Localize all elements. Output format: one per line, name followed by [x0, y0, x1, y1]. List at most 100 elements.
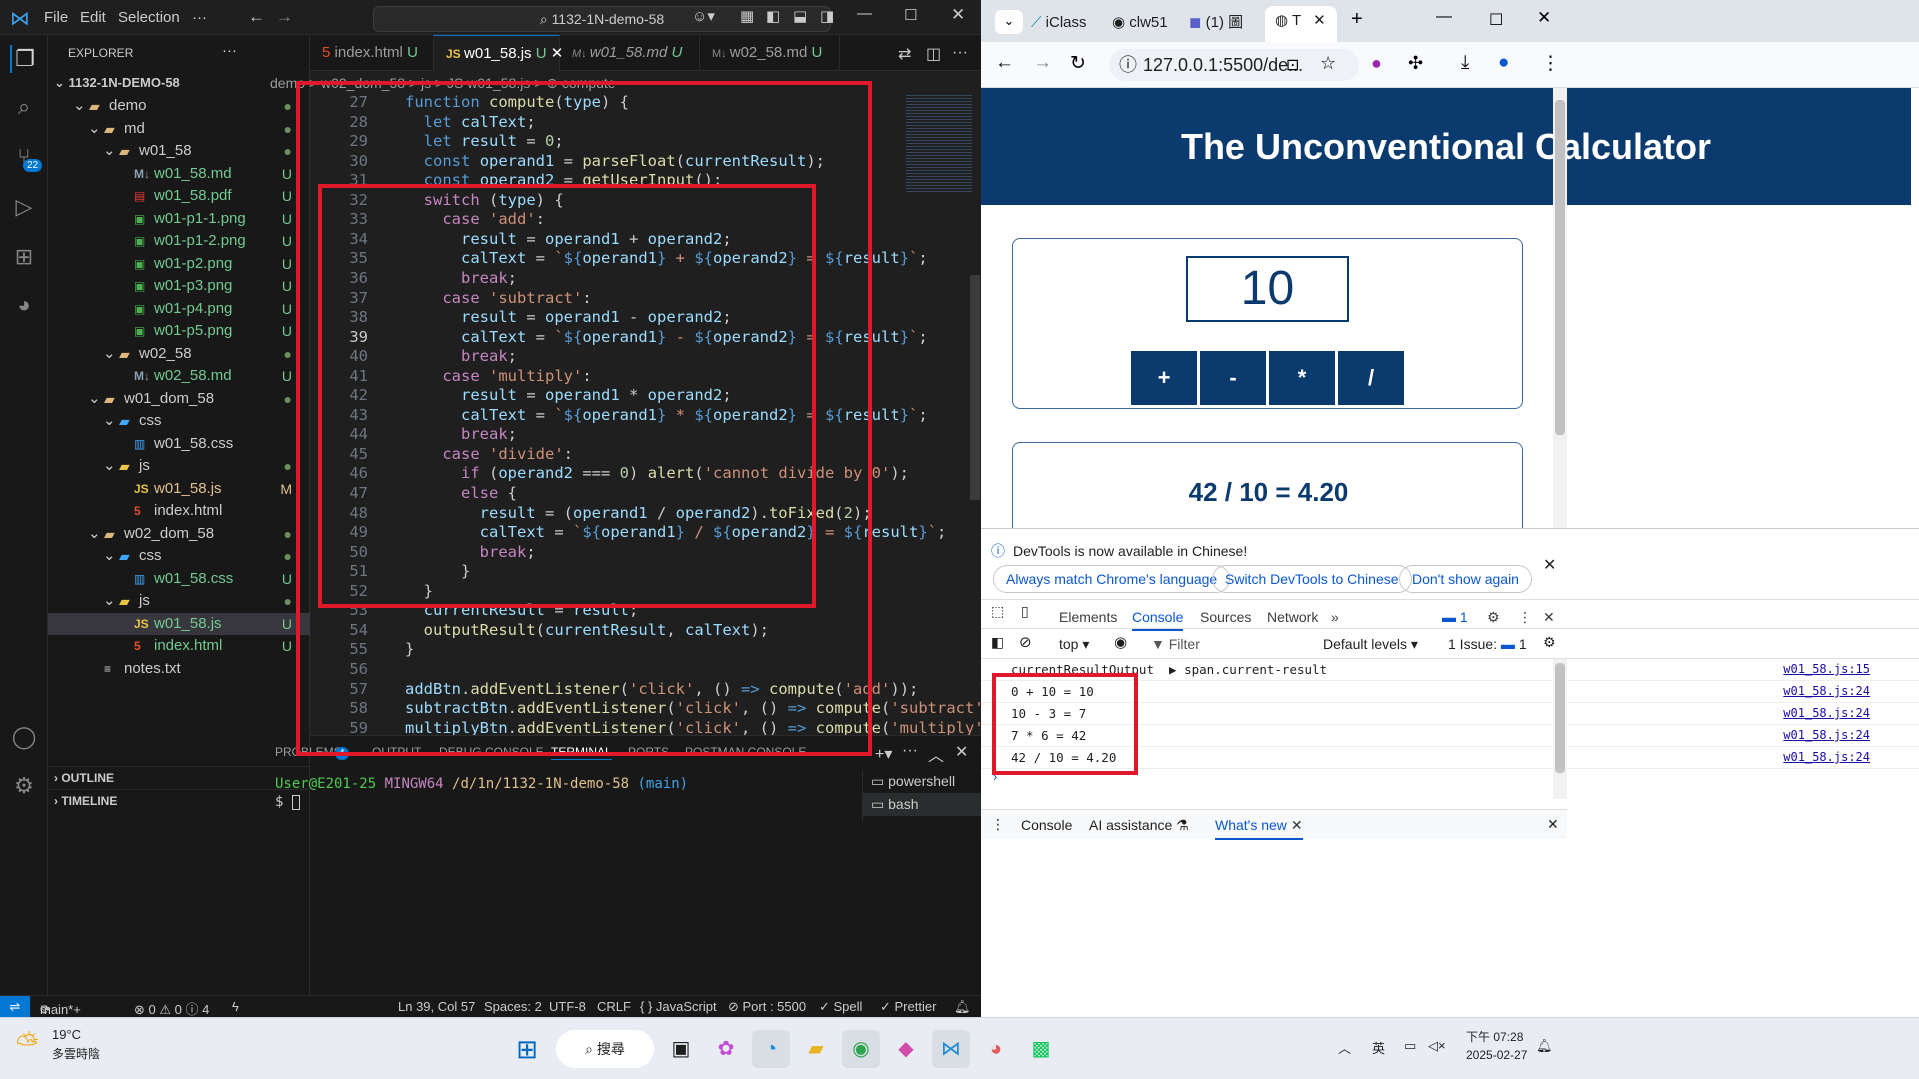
code-line[interactable]: case 'subtract': [405, 289, 591, 307]
code-line[interactable]: result = (operand1 / operand2).toFixed(2… [405, 504, 872, 522]
language-mode[interactable]: { } JavaScript [640, 999, 717, 1014]
weather-icon[interactable]: ⛅︎ [16, 1028, 38, 1061]
compare-icon[interactable]: ⇄ [898, 44, 911, 64]
weather-temp[interactable]: 19°C [52, 1027, 81, 1042]
code-line[interactable]: addBtn.addEventListener('click', () => c… [405, 680, 918, 698]
terminal-instance-bash[interactable]: ▭ bash [863, 793, 981, 816]
tab-w01-58-js[interactable]: JS w01_58.js U ✕ [434, 35, 563, 71]
console-source-link[interactable]: w01_58.js:24 [1783, 750, 1870, 764]
number-input[interactable]: 10 [1186, 256, 1349, 322]
tree-item[interactable]: ⌄ ▰ css [48, 410, 310, 432]
drawer-tab-console[interactable]: Console [1021, 817, 1072, 833]
tab-search-icon[interactable]: ⌄ [995, 10, 1023, 34]
code-line[interactable]: case 'multiply': [405, 367, 591, 385]
page-scrollbar[interactable] [1553, 88, 1567, 528]
devtools-menu-icon[interactable]: ⋮ [1518, 609, 1532, 626]
tree-item[interactable]: ▣ w01-p3.png U [48, 275, 310, 297]
back-arrow-icon[interactable]: ← [248, 7, 265, 27]
search-icon[interactable]: ⌕ [10, 93, 38, 121]
tree-item[interactable]: 5 index.html [48, 500, 310, 522]
tree-item[interactable]: ⌄ ▰ w01_dom_58 ● [48, 388, 310, 410]
panel-tab-output[interactable]: OUTPUT [372, 745, 421, 759]
eye-icon[interactable]: ◉ [1114, 633, 1127, 651]
messages-badge[interactable]: ▬ 1 [1442, 609, 1468, 625]
code-line[interactable]: calText = `${operand1} - ${operand2} = $… [405, 328, 928, 346]
chrome-app-icon[interactable]: ◉ [842, 1030, 880, 1068]
remote-icon[interactable]: ⇌ [0, 996, 30, 1017]
tree-item[interactable]: ⌄ ▰ w02_dom_58 ● [48, 523, 310, 545]
cursor-position[interactable]: Ln 39, Col 57 [398, 999, 475, 1014]
tree-item[interactable]: ▣ w01-p2.png U [48, 253, 310, 275]
remote-explorer-icon[interactable]: ◕ [10, 291, 38, 319]
outline-section[interactable]: › OUTLINE [48, 766, 310, 788]
chrome-tab-teams[interactable]: ◼ (1) 圖 [1189, 8, 1243, 38]
code-line[interactable]: } [405, 640, 414, 658]
tree-item[interactable]: ⌄ ▰ md ● [48, 118, 310, 140]
tree-item[interactable]: ⌄ ▰ js ● [48, 455, 310, 477]
code-line[interactable]: let calText; [405, 113, 536, 131]
clock-time[interactable]: 下午 07:28 [1466, 1028, 1523, 1045]
tree-item[interactable]: ▣ w01-p1-1.png U [48, 208, 310, 230]
close-drawer-icon[interactable]: ✕ [1547, 816, 1559, 833]
tree-item[interactable]: ⌄ ▰ w02_58 ● [48, 343, 310, 365]
tree-item[interactable]: ▥ w01_58.css [48, 433, 310, 455]
issues-button[interactable]: 1 Issue: ▬ 1 [1448, 636, 1527, 652]
console-source-link[interactable]: w01_58.js:24 [1783, 684, 1870, 698]
drawer-menu-icon[interactable]: ⋮ [991, 816, 1005, 833]
show-hidden-icons-icon[interactable]: ︿ [1338, 1038, 1351, 1057]
chrome-tab-iclass[interactable]: ⟋ iClass [1031, 8, 1087, 38]
spell-check[interactable]: ✓ Spell [819, 999, 862, 1015]
minimize-icon[interactable]: — [1436, 8, 1452, 26]
multiply-button[interactable]: * [1269, 351, 1335, 405]
console-scrollbar[interactable] [1553, 659, 1567, 799]
maximize-panel-icon[interactable]: ︿ [928, 742, 944, 766]
panel-tab-postman-console[interactable]: POSTMAN CONSOLE [685, 745, 806, 759]
code-line[interactable]: break; [405, 347, 517, 365]
devtools-tab-network[interactable]: Network [1267, 609, 1318, 625]
add-button[interactable]: + [1131, 351, 1197, 405]
toggle-secondary-icon[interactable]: ◨ [820, 7, 834, 25]
context-selector[interactable]: top ▾ [1059, 636, 1089, 653]
edge-app-icon[interactable]: ◔ [752, 1030, 790, 1068]
ime-indicator[interactable]: 英 [1372, 1038, 1385, 1057]
tree-item[interactable]: M↓ w01_58.md U [48, 163, 310, 185]
line-ending[interactable]: CRLF [597, 999, 631, 1014]
code-line[interactable]: let result = 0; [405, 132, 564, 150]
code-line[interactable]: case 'add': [405, 210, 545, 228]
drawer-tab-ai-assistance[interactable]: AI assistance ⚗ [1089, 817, 1189, 834]
extensions-puzzle-icon[interactable]: ✣ [1408, 53, 1423, 74]
tree-item[interactable]: ▣ w01-p1-2.png U [48, 230, 310, 252]
chrome-tab-active[interactable]: ◍ T ✕ [1265, 6, 1337, 42]
notifications-bell-icon[interactable]: 🔔︎ [954, 999, 971, 1015]
close-devtools-icon[interactable]: ✕ [1543, 609, 1555, 626]
panel-tab-debug-console[interactable]: DEBUG CONSOLE [439, 745, 544, 759]
tree-item[interactable]: ▥ w01_58.css U [48, 568, 310, 590]
more-actions-icon[interactable]: ··· [222, 42, 237, 59]
code-line[interactable]: subtractBtn.addEventListener('click', ()… [405, 699, 1012, 717]
back-arrow-icon[interactable]: ← [995, 52, 1014, 74]
device-toolbar-icon[interactable]: ▯ [1021, 603, 1029, 620]
indentation[interactable]: Spaces: 2 [484, 999, 542, 1014]
devtools-tab-sources[interactable]: Sources [1200, 609, 1251, 625]
split-editor-icon[interactable]: ◫ [926, 44, 941, 64]
notification-icon[interactable]: 🔔︎ [1536, 1038, 1553, 1054]
explorer-icon[interactable]: ❐ [10, 45, 38, 73]
speaker-muted-icon[interactable]: ◁× [1428, 1038, 1446, 1054]
translate-icon[interactable]: ⊡ [1286, 55, 1299, 75]
line-app-icon[interactable]: ▩ [1022, 1030, 1060, 1068]
tab-w02-58-md[interactable]: M↓ w02_58.md U [700, 35, 840, 71]
run-debug-icon[interactable]: ▷ [10, 193, 38, 221]
prettier-status[interactable]: ✓ Prettier [880, 999, 936, 1015]
code-line[interactable]: } [405, 562, 470, 580]
tree-item[interactable]: ▣ w01-p4.png U [48, 298, 310, 320]
vscode-app-icon[interactable]: ⋈ [932, 1030, 970, 1068]
dont-show-again-button[interactable]: Don't show again [1399, 565, 1532, 593]
tree-item[interactable]: 5 index.html U [48, 635, 310, 657]
tree-item[interactable]: ⌄ ▰ js ● [48, 590, 310, 612]
minimap[interactable] [906, 93, 972, 193]
new-terminal-icon[interactable]: +▾ [875, 744, 892, 764]
more-actions-icon[interactable]: ··· [952, 44, 968, 62]
tree-item[interactable]: M↓ w02_58.md U [48, 365, 310, 387]
menu-file[interactable]: File [44, 9, 68, 26]
console-prompt-icon[interactable]: › [993, 769, 997, 784]
